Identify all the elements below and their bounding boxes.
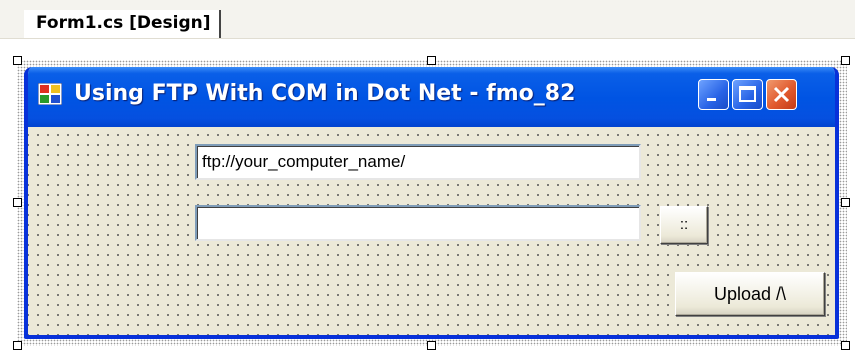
form-app-icon [37, 82, 63, 106]
close-icon [773, 86, 790, 103]
file-path-textbox[interactable] [195, 205, 641, 241]
maximize-button[interactable] [732, 79, 763, 110]
form-client-area: :: Upload /\ [28, 127, 835, 335]
resize-handle-bottom-right[interactable] [841, 341, 850, 350]
resize-handle-bottom-middle[interactable] [427, 341, 436, 350]
resize-handle-bottom-left[interactable] [13, 341, 22, 350]
close-button[interactable] [766, 79, 797, 110]
browse-button[interactable]: :: [660, 206, 708, 244]
resize-handle-middle-right[interactable] [841, 198, 850, 207]
minimize-button[interactable] [698, 79, 729, 110]
minimize-icon [707, 98, 716, 101]
resize-handle-top-right[interactable] [841, 56, 850, 65]
form-title: Using FTP With COM in Dot Net - fmo_82 [74, 81, 576, 106]
designer-tab-strip: Form1.cs [Design] [0, 0, 855, 39]
ftp-url-textbox[interactable] [195, 144, 641, 180]
resize-handle-middle-left[interactable] [13, 198, 22, 207]
resize-handle-top-middle[interactable] [427, 56, 436, 65]
tab-form1-design[interactable]: Form1.cs [Design] [24, 10, 221, 38]
form-title-bar[interactable]: Using FTP With COM in Dot Net - fmo_82 [28, 67, 835, 131]
resize-handle-top-left[interactable] [13, 56, 22, 65]
upload-button[interactable]: Upload /\ [675, 272, 825, 316]
maximize-icon [739, 86, 756, 102]
form-window[interactable]: Using FTP With COM in Dot Net - fmo_82 :… [24, 67, 839, 339]
